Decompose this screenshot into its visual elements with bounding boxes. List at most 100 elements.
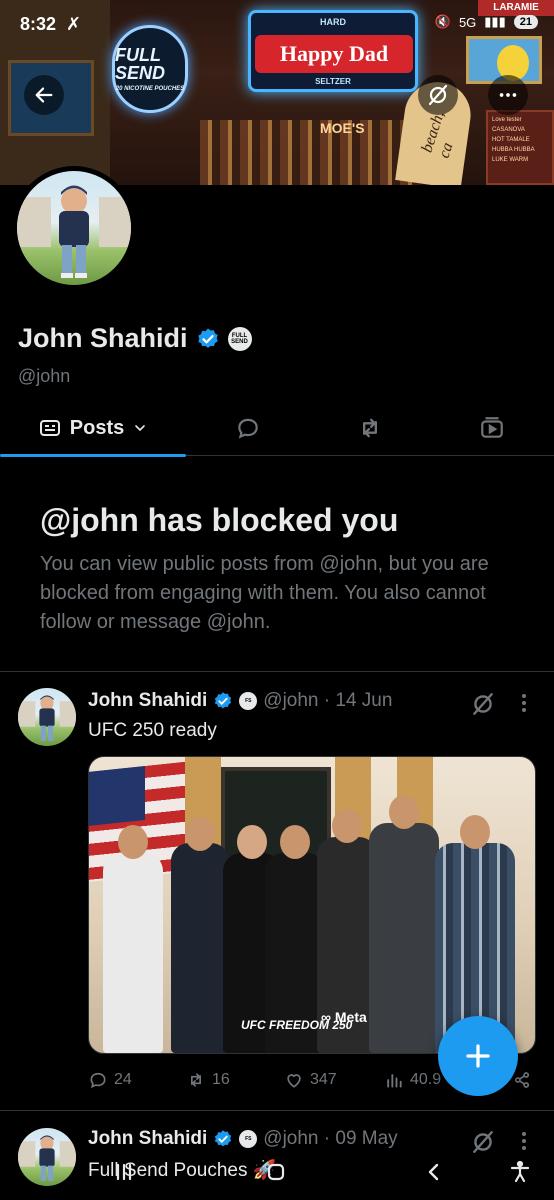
profile-display-name: John Shahidi xyxy=(18,323,188,353)
recent-apps-icon xyxy=(116,1163,132,1181)
post-avatar[interactable] xyxy=(18,688,76,746)
post-grok-button[interactable] xyxy=(470,691,496,717)
more-horizontal-icon xyxy=(499,93,517,97)
photo-person-head xyxy=(389,795,419,829)
like-count: 347 xyxy=(310,1071,337,1088)
reply-button[interactable]: 24 xyxy=(88,1070,132,1090)
mute-icon: 🔇 xyxy=(434,14,451,29)
avatar-image xyxy=(17,171,131,285)
arrow-left-icon xyxy=(35,87,53,103)
blocked-message: You can view public posts from @john, bu… xyxy=(40,553,489,633)
signal-icon: ▮▮▮ xyxy=(484,14,506,29)
photo-person xyxy=(171,817,229,1053)
photo-person-head xyxy=(237,825,267,859)
love-tester-item: HOT TAMALE xyxy=(492,137,530,143)
post-header: John Shahidi FS @john · 14 Jun xyxy=(88,690,392,712)
chevron-down-icon xyxy=(135,425,146,432)
profile-handle: @john xyxy=(18,366,71,386)
status-bar: 8:32 ✗ 🔇 5G ▮▮▮ 21 xyxy=(0,0,554,52)
happy-dad-seltzer-text: SELTZER xyxy=(315,77,351,86)
post-photo[interactable]: UFC FREEDOM 250 ∞ Meta xyxy=(88,756,536,1054)
back-nav-button[interactable] xyxy=(414,1152,454,1192)
grok-icon xyxy=(473,693,493,715)
plus-icon xyxy=(466,1044,490,1068)
banner-bottle-shelf xyxy=(200,120,420,185)
tab-posts[interactable]: Posts xyxy=(0,400,186,457)
post-meta: @john · 14 Jun xyxy=(263,690,393,711)
post-text: UFC 250 ready xyxy=(88,720,217,741)
x-logo-icon: ✗ xyxy=(66,14,82,34)
profile-name-row: John Shahidi FULL SEND xyxy=(18,323,252,354)
tab-replies[interactable] xyxy=(208,400,288,456)
views-button[interactable]: 40.9 xyxy=(384,1070,441,1090)
reply-icon xyxy=(238,418,258,439)
photo-person-head xyxy=(280,825,310,859)
home-icon xyxy=(267,1163,285,1181)
home-button[interactable] xyxy=(256,1152,296,1192)
profile-tabs: Posts xyxy=(0,400,554,457)
photo-person-head xyxy=(332,809,362,843)
more-vertical-icon xyxy=(522,694,526,712)
like-button[interactable]: 347 xyxy=(284,1070,337,1090)
photo-person xyxy=(103,825,163,1053)
more-options-button[interactable] xyxy=(488,75,528,115)
banner-love-tester: Love tester CASANOVA HOT TAMALE HUBBA HU… xyxy=(486,110,554,185)
photo-flag-canton xyxy=(89,765,145,826)
system-nav-bar xyxy=(0,1146,554,1200)
chevron-left-icon xyxy=(428,1163,439,1181)
status-right: 🔇 5G ▮▮▮ 21 xyxy=(435,14,538,30)
compose-button[interactable] xyxy=(438,1016,518,1096)
tab-reposts[interactable] xyxy=(330,400,410,456)
affiliate-badge[interactable]: FULL SEND xyxy=(227,326,252,351)
repost-count: 16 xyxy=(212,1071,230,1088)
share-button[interactable] xyxy=(512,1070,532,1090)
affiliate-badge-text: FULL SEND xyxy=(231,332,248,345)
status-time: 8:32 xyxy=(20,14,57,34)
reply-icon xyxy=(90,1072,106,1089)
banner-moes-sign: MOE'S xyxy=(320,120,365,136)
profile-avatar[interactable] xyxy=(12,166,136,290)
grok-button[interactable] xyxy=(418,75,458,115)
love-tester-item: LUKE WARM xyxy=(492,157,529,163)
photo-person-head xyxy=(185,817,215,851)
full-send-sign-subtext: 20 NICOTINE POUCHES xyxy=(115,86,185,92)
back-button[interactable] xyxy=(24,75,64,115)
photo-person-head xyxy=(460,815,490,849)
blocked-title: @john has blocked you xyxy=(40,502,399,538)
avatar-cartoon-person xyxy=(17,185,131,278)
reply-count: 24 xyxy=(114,1071,132,1088)
post-more-button[interactable] xyxy=(516,692,532,718)
active-tab-indicator xyxy=(0,454,186,457)
divider xyxy=(0,671,554,672)
recent-apps-button[interactable] xyxy=(104,1152,144,1192)
network-indicator: 5G xyxy=(458,14,477,30)
views-icon xyxy=(387,1074,402,1088)
heart-icon xyxy=(287,1074,301,1088)
divider xyxy=(0,1110,554,1111)
photo-person xyxy=(369,795,439,1053)
repost-icon xyxy=(363,418,377,438)
tab-media[interactable] xyxy=(452,400,532,456)
photo-meta-logo: ∞ Meta xyxy=(321,1009,367,1025)
repost-button[interactable]: 16 xyxy=(186,1070,230,1090)
photo-person-head xyxy=(118,825,148,859)
affiliate-badge-icon: FS xyxy=(239,692,258,710)
verified-badge-icon[interactable] xyxy=(196,327,220,351)
views-count: 40.9 xyxy=(410,1071,442,1088)
verified-badge-icon xyxy=(215,692,232,709)
accessibility-button[interactable] xyxy=(500,1152,540,1192)
blocked-notice: @john has blocked you You can view publi… xyxy=(40,498,520,637)
love-tester-item: HUBBA HUBBA xyxy=(492,147,535,153)
tab-posts-label: Posts xyxy=(69,416,125,439)
battery-indicator: 21 xyxy=(513,15,538,29)
posts-icon xyxy=(39,420,60,436)
video-icon xyxy=(481,417,503,438)
repost-icon xyxy=(191,1073,201,1087)
grok-icon xyxy=(428,84,448,106)
love-tester-title: Love tester xyxy=(492,117,522,123)
avatar-cartoon-person xyxy=(18,695,76,741)
accessibility-icon xyxy=(510,1160,530,1183)
love-tester-item: CASANOVA xyxy=(492,127,525,133)
post-author-name[interactable]: John Shahidi xyxy=(88,690,207,712)
share-icon xyxy=(514,1072,530,1088)
